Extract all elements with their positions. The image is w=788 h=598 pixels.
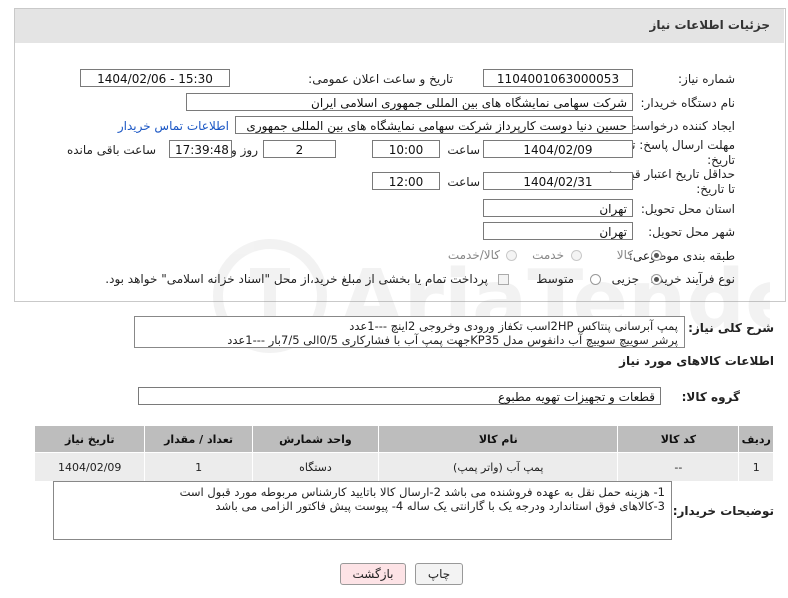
category-option-goods-service: کالا/خدمت: [447, 248, 500, 262]
purchase-type-label: نوع فرآیند خرید :: [650, 272, 735, 286]
table-row: 1 -- پمپ آب (واتر پمپ) دستگاه 1 1404/02/…: [33, 452, 774, 482]
buyer-notes-line-1: 1- هزینه حمل نقل به عهده فروشنده می باشد…: [179, 485, 665, 499]
buyer-org-field: شرکت سهامی نمایشگاه های بین المللی جمهور…: [186, 93, 633, 111]
days-label: روز و: [231, 143, 258, 157]
deadline-label: مهلت ارسال پاسخ: تا: [628, 138, 735, 152]
description-textbox[interactable]: پمپ آبرسانی پنتاکس 2HPاسب تکفاز ورودی وخ…: [134, 316, 685, 348]
description-line-1: پمپ آبرسانی پنتاکس 2HPاسب تکفاز ورودی وخ…: [349, 319, 678, 333]
delivery-province-label: استان محل تحویل:: [640, 202, 735, 216]
buyer-contact-link[interactable]: اطلاعات تماس خریدار: [118, 119, 229, 133]
delivery-city-label: شهر محل تحویل:: [648, 225, 735, 239]
category-option-service: خدمت: [532, 248, 564, 262]
goods-section-title: اطلاعات کالاهای مورد نیاز: [619, 354, 774, 368]
buyer-notes-label: توضیحات خریدار:: [672, 504, 774, 518]
purchase-option-minor: جزیی: [611, 272, 639, 286]
deadline-label-date: تاریخ:: [707, 153, 735, 167]
goods-table: ردیف کد کالا نام کالا واحد شمارش تعداد /…: [33, 425, 774, 482]
col-qty: تعداد / مقدار: [144, 425, 253, 453]
validity-time-field: 12:00: [372, 172, 440, 190]
category-radio-service[interactable]: [571, 250, 582, 261]
deadline-time-label: ساعت: [447, 143, 480, 157]
purchase-option-medium: متوسط: [536, 272, 574, 286]
panel-title: جزئیات اطلاعات نیاز: [649, 18, 770, 32]
cell-date: 1404/02/09: [33, 452, 146, 482]
category-radio-goods[interactable]: [651, 250, 662, 261]
cell-row: 1: [738, 452, 774, 482]
col-unit: واحد شمارش: [251, 425, 380, 453]
validity-date-field: 1404/02/31: [483, 172, 633, 190]
creator-label: ایجاد کننده درخواست:: [624, 119, 735, 133]
creator-field: حسین دنیا دوست کارپرداز شرکت سهامی نمایش…: [235, 116, 633, 134]
back-button[interactable]: بازگشت: [340, 563, 406, 585]
announce-datetime-field: 1404/02/06 - 15:30: [80, 69, 230, 87]
remaining-time-field: 17:39:48: [169, 140, 232, 158]
deadline-time-field: 10:00: [372, 140, 440, 158]
panel-header: جزئیات اطلاعات نیاز: [15, 9, 784, 43]
col-date: تاریخ نیاز: [33, 425, 146, 453]
purchase-radio-minor[interactable]: [651, 274, 662, 285]
buyer-org-label: نام دستگاه خریدار:: [640, 96, 736, 110]
buyer-notes-textbox[interactable]: 1- هزینه حمل نقل به عهده فروشنده می باشد…: [53, 481, 672, 540]
col-code: کد کالا: [617, 425, 740, 453]
category-option-goods: کالا: [616, 248, 633, 262]
goods-table-header: ردیف کد کالا نام کالا واحد شمارش تعداد /…: [33, 425, 774, 453]
deadline-date-field: 1404/02/09: [483, 140, 633, 158]
description-label: شرح کلی نیاز:: [688, 321, 774, 335]
need-number-label: شماره نیاز:: [678, 72, 735, 86]
remaining-label: ساعت باقی مانده: [66, 143, 156, 157]
col-row: ردیف: [738, 425, 774, 453]
print-button[interactable]: چاپ: [415, 563, 463, 585]
cell-name: پمپ آب (واتر پمپ): [378, 452, 619, 482]
cell-code: --: [617, 452, 740, 482]
col-name: نام کالا: [378, 425, 619, 453]
treasury-payment-checkbox[interactable]: [498, 274, 509, 285]
price-validity-label-date: تا تاریخ:: [696, 182, 735, 196]
purchase-radio-medium[interactable]: [590, 274, 601, 285]
delivery-province-field: تهران: [483, 199, 633, 217]
category-label: طبقه بندی موضوعی:: [628, 249, 735, 263]
category-radio-goods-service[interactable]: [506, 250, 517, 261]
cell-unit: دستگاه: [251, 452, 380, 482]
cell-qty: 1: [144, 452, 253, 482]
delivery-city-field: تهران: [483, 222, 633, 240]
remaining-days-field: 2: [263, 140, 336, 158]
treasury-payment-note: پرداخت تمام یا بخشی از مبلغ خرید،از محل …: [105, 272, 488, 286]
need-number-field: 1104001063000053: [483, 69, 633, 87]
description-line-2: پرشر سوییچ سوییچ آب دانفوس مدل KP35جهت پ…: [227, 333, 678, 347]
announce-label: تاریخ و ساعت اعلان عمومی:: [308, 72, 453, 86]
buyer-notes-line-2: 3-کالاهای فوق استاندارد ودرجه یک با گارا…: [215, 499, 665, 513]
goods-group-label: گروه کالا:: [681, 390, 740, 404]
goods-group-field: قطعات و تجهیزات تهویه مطبوع: [138, 387, 661, 405]
validity-time-label: ساعت: [447, 175, 480, 189]
